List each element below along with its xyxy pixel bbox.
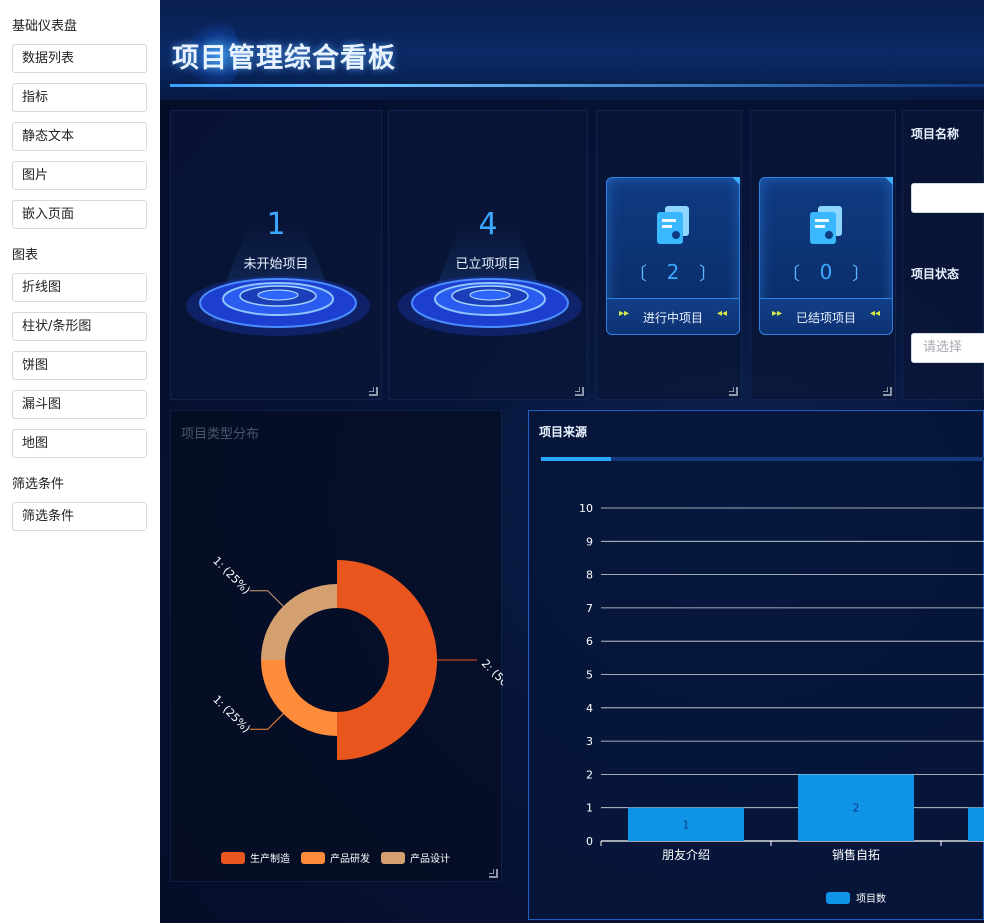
resize-handle[interactable] <box>729 387 738 396</box>
platform-icon <box>398 276 582 336</box>
title-bar: 项目管理综合看板 <box>170 16 984 94</box>
sidebar-item-pie-chart[interactable]: 饼图 <box>12 351 147 380</box>
y-tick-label: 10 <box>579 502 593 515</box>
sidebar-item-bar-chart[interactable]: 柱状/条形图 <box>12 312 147 341</box>
y-tick-label: 0 <box>586 835 593 848</box>
bar-data-label: 2 <box>853 802 860 815</box>
y-tick-label: 5 <box>586 669 593 682</box>
sidebar-item-filter[interactable]: 筛选条件 <box>12 502 147 531</box>
legend-swatch <box>301 852 325 864</box>
component-sidebar: 基础仪表盘 数据列表 指标 静态文本 图片 嵌入页面 图表 折线图 柱状/条形图… <box>0 0 160 923</box>
legend-label: 生产制造 <box>250 852 290 865</box>
pie-data-label: 1: (25%) <box>210 693 253 736</box>
arrow-left-icon: ◂◂ <box>869 308 880 319</box>
card-corner-decoration <box>732 177 740 185</box>
pie-data-label: 2: (50%) <box>479 657 503 700</box>
y-tick-label: 8 <box>586 569 593 582</box>
y-tick-label: 3 <box>586 735 593 748</box>
sidebar-heading-basic: 基础仪表盘 <box>12 19 78 34</box>
bar-data-label: 1 <box>683 818 690 831</box>
y-tick-label: 6 <box>586 635 593 648</box>
bar-chart-panel[interactable]: 项目来源 0123456789101朋友介绍2销售自拓1项目数 <box>528 410 984 920</box>
resize-handle[interactable] <box>883 387 892 396</box>
pie-chart: 2: (50%) 1: (25%) 1: (25%) 生产制造 产品研发 产品设计 <box>210 554 503 865</box>
arrow-left-icon: ◂◂ <box>716 308 727 319</box>
pie-data-label: 1: (25%) <box>210 554 253 597</box>
card-label-bar: ▸▸ 进行中项目 ◂◂ <box>607 298 739 334</box>
document-icon <box>810 206 842 244</box>
card-closed: 〔 0 〕 ▸▸ 已结项项目 ◂◂ <box>759 177 893 335</box>
x-tick-label: 销售自拓 <box>832 847 880 862</box>
y-tick-label: 2 <box>586 768 593 781</box>
resize-handle[interactable] <box>575 387 584 396</box>
sidebar-item-embed-page[interactable]: 嵌入页面 <box>12 200 147 229</box>
bar-chart: 0123456789101朋友介绍2销售自拓1项目数 <box>579 502 984 905</box>
legend-swatch <box>381 852 405 864</box>
stat-value: 4 <box>478 207 498 242</box>
y-tick-label: 1 <box>586 802 593 815</box>
card-corner-decoration <box>885 177 893 185</box>
bracket-right-icon: 〕 <box>699 264 717 285</box>
sidebar-heading-filters: 筛选条件 <box>12 477 65 492</box>
bar <box>968 807 984 841</box>
sidebar-item-line-chart[interactable]: 折线图 <box>12 273 147 302</box>
bracket-right-icon: 〕 <box>852 264 870 285</box>
filter-panel: 项目名称 项目状态 请选择 <box>902 110 984 400</box>
sidebar-item-map[interactable]: 地图 <box>12 429 147 458</box>
card-panel-closed[interactable]: 〔 0 〕 ▸▸ 已结项项目 ◂◂ <box>750 110 896 400</box>
document-icon <box>657 206 689 244</box>
stat-value: 1 <box>266 207 286 242</box>
project-name-input[interactable] <box>911 183 984 213</box>
page-title: 项目管理综合看板 <box>172 43 396 74</box>
card-value: 2 <box>666 260 680 284</box>
y-tick-label: 9 <box>586 535 593 548</box>
resize-handle[interactable] <box>489 869 498 878</box>
title-underline <box>170 84 984 87</box>
project-status-select[interactable]: 请选择 <box>911 333 984 363</box>
filter-label-project-status: 项目状态 <box>911 267 960 281</box>
sidebar-item-metric[interactable]: 指标 <box>12 83 147 112</box>
x-tick-label: 朋友介绍 <box>662 848 710 862</box>
sidebar-heading-charts: 图表 <box>12 248 39 263</box>
y-tick-label: 4 <box>586 702 593 715</box>
sidebar-item-image[interactable]: 图片 <box>12 161 147 190</box>
sidebar-item-data-list[interactable]: 数据列表 <box>12 44 147 73</box>
pie-chart-panel[interactable]: 项目类型分布 2: (50%) 1: (25%) 1: (25%) 生产制造 产品研发产… <box>170 410 503 882</box>
sidebar-item-funnel-chart[interactable]: 漏斗图 <box>12 390 147 419</box>
pie-label-line <box>249 590 284 607</box>
card-label-bar: ▸▸ 已结项项目 ◂◂ <box>760 298 892 334</box>
legend-label: 项目数 <box>856 892 886 905</box>
legend-swatch <box>221 852 245 864</box>
platform-icon <box>186 276 370 336</box>
stat-panel-approved[interactable]: 4 已立项项目 <box>388 110 588 400</box>
stat-panel-not-started[interactable]: 1 未开始项目 <box>170 110 382 400</box>
card-value: 0 <box>819 260 833 284</box>
legend-label: 产品设计 <box>410 852 450 865</box>
dashboard-canvas: 项目管理综合看板 1 未开始项目 4 已立项项目 〔 2 〕 ▸▸ 进行中项目 … <box>160 0 984 923</box>
card-panel-in-progress[interactable]: 〔 2 〕 ▸▸ 进行中项目 ◂◂ <box>596 110 742 400</box>
legend-swatch <box>826 892 850 904</box>
pie-label-line <box>249 713 284 730</box>
pie-slice <box>337 560 437 760</box>
legend-label: 产品研发 <box>330 852 370 865</box>
card-in-progress: 〔 2 〕 ▸▸ 进行中项目 ◂◂ <box>606 177 740 335</box>
y-tick-label: 7 <box>586 602 593 615</box>
resize-handle[interactable] <box>369 387 378 396</box>
sidebar-item-static-text[interactable]: 静态文本 <box>12 122 147 151</box>
filter-label-project-name: 项目名称 <box>911 127 960 141</box>
